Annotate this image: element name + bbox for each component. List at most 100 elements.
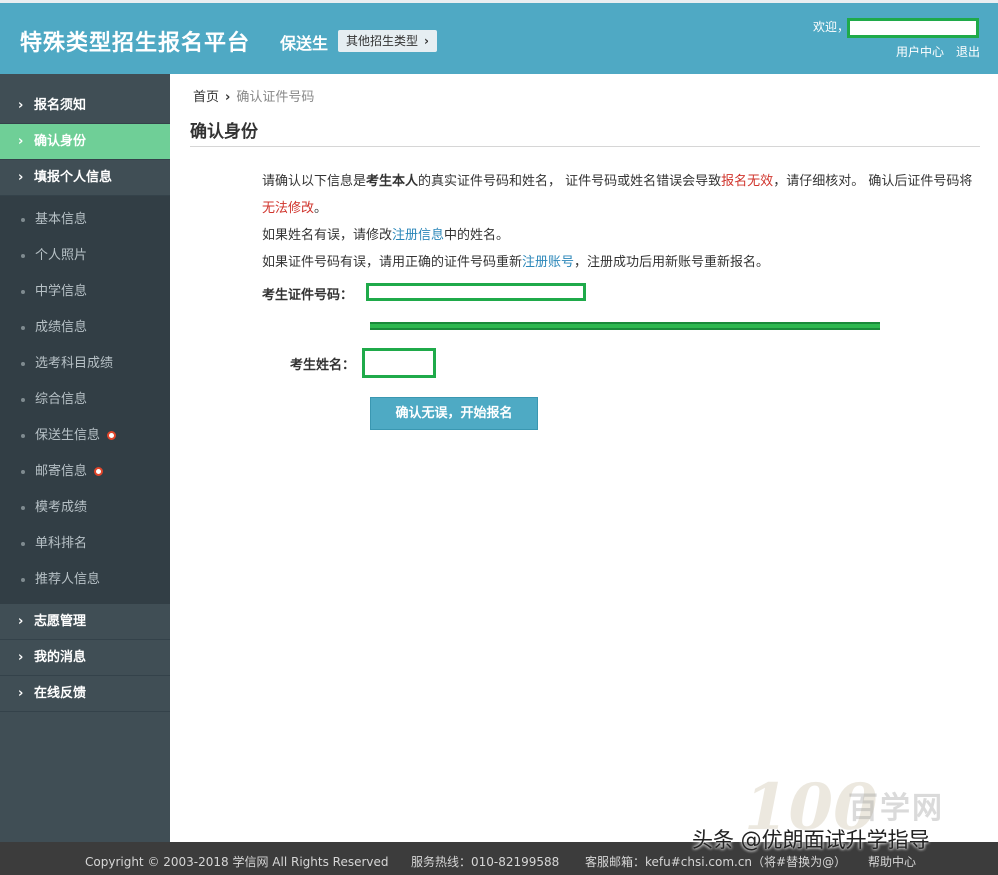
redacted-id-number bbox=[366, 283, 586, 301]
id-number-label: 考生证件号码： bbox=[262, 288, 354, 303]
sidebar-subitem-subject-rank[interactable]: 单科排名 bbox=[0, 526, 170, 562]
registration-info-link[interactable]: 注册信息 bbox=[392, 228, 444, 243]
chevron-right-icon: › bbox=[18, 614, 24, 629]
sidebar-subitem-label: 综合信息 bbox=[35, 392, 88, 407]
sidebar-item-label: 填报个人信息 bbox=[34, 170, 113, 185]
breadcrumb-home-link[interactable]: 首页 bbox=[193, 90, 219, 105]
chevron-right-icon: › bbox=[18, 98, 24, 113]
redacted-name bbox=[362, 348, 436, 378]
bullet-icon bbox=[21, 470, 25, 474]
footer-help-link[interactable]: 帮助中心 bbox=[868, 853, 916, 870]
notice-text: ，请仔细核对。 确认后证件号码将 bbox=[773, 174, 973, 189]
confirm-start-button[interactable]: 确认无误，开始报名 bbox=[370, 397, 538, 430]
chevron-right-icon: › bbox=[225, 90, 231, 105]
sidebar-subitem-mailing[interactable]: 邮寄信息 bbox=[0, 454, 170, 490]
name-label: 考生姓名： bbox=[290, 358, 356, 373]
bullet-icon bbox=[21, 506, 25, 510]
register-account-link[interactable]: 注册账号 bbox=[522, 255, 574, 270]
watermark-caption: 头条 @优朗面试升学指导 bbox=[692, 828, 930, 852]
sidebar-subitem-mock-exam[interactable]: 模考成绩 bbox=[0, 490, 170, 526]
sidebar-subitem-label: 推荐人信息 bbox=[35, 572, 101, 587]
sidebar-item-feedback[interactable]: › 在线反馈 bbox=[0, 676, 170, 712]
page-title: 确认身份 bbox=[190, 122, 258, 142]
sidebar-item-confirm-identity[interactable]: › 确认身份 bbox=[0, 124, 170, 160]
notice-paragraph-3: 如果证件号码有误，请用正确的证件号码重新注册账号，注册成功后用新账号重新报名。 bbox=[262, 249, 977, 276]
sidebar-subitem-label: 选考科目成绩 bbox=[35, 356, 114, 371]
sidebar: › 报名须知 › 确认身份 › 填报个人信息 基本信息 个人照片 中学信息 成绩信息 … bbox=[0, 74, 170, 842]
sidebar-subitem-label: 保送生信息 bbox=[35, 428, 101, 443]
bullet-icon bbox=[21, 326, 25, 330]
bullet-icon bbox=[21, 542, 25, 546]
incomplete-badge-icon bbox=[94, 467, 104, 476]
sidebar-item-label: 我的消息 bbox=[34, 650, 87, 665]
sidebar-subitem-label: 中学信息 bbox=[35, 284, 88, 299]
top-header: 特殊类型招生报名平台 保送生 其他招生类型 › 欢迎， 用户中心 退出 bbox=[0, 0, 998, 74]
notice-paragraph-2: 如果姓名有误，请修改注册信息中的姓名。 bbox=[262, 222, 977, 249]
sidebar-subitem-high-school[interactable]: 中学信息 bbox=[0, 274, 170, 310]
admission-type-label: 保送生 bbox=[280, 34, 329, 53]
footer-email: 客服邮箱：kefu#chsi.com.cn（将#替换为@） bbox=[585, 855, 847, 869]
notice-warning: 无法修改 bbox=[262, 201, 315, 216]
sidebar-subitem-recommended-student[interactable]: 保送生信息 bbox=[0, 418, 170, 454]
sidebar-subitem-referrer[interactable]: 推荐人信息 bbox=[0, 562, 170, 598]
bullet-icon bbox=[21, 434, 25, 438]
sidebar-item-label: 确认身份 bbox=[34, 134, 87, 149]
sidebar-item-label: 在线反馈 bbox=[34, 686, 87, 701]
bullet-icon bbox=[21, 218, 25, 222]
user-center-link[interactable]: 用户中心 bbox=[896, 43, 944, 60]
sidebar-item-personal-info[interactable]: › 填报个人信息 bbox=[0, 160, 170, 196]
notice-text: 的真实证件号码和姓名， 证件号码或姓名错误会导致 bbox=[418, 174, 722, 189]
redacted-username bbox=[847, 18, 979, 38]
title-divider bbox=[190, 146, 980, 147]
notice-text: 中的姓名。 bbox=[444, 228, 510, 243]
sidebar-subitem-label: 邮寄信息 bbox=[35, 464, 88, 479]
breadcrumb-current: 确认证件号码 bbox=[236, 90, 315, 105]
sidebar-item-notice[interactable]: › 报名须知 bbox=[0, 88, 170, 124]
sidebar-subitem-label: 基本信息 bbox=[35, 212, 88, 227]
notice-paragraph-1: 请确认以下信息是考生本人的真实证件号码和姓名， 证件号码或姓名错误会导致报名无效… bbox=[262, 168, 977, 222]
bullet-icon bbox=[21, 362, 25, 366]
sidebar-subitem-basic-info[interactable]: 基本信息 bbox=[0, 202, 170, 238]
sidebar-subitem-scores[interactable]: 成绩信息 bbox=[0, 310, 170, 346]
platform-title: 特殊类型招生报名平台 bbox=[20, 31, 251, 56]
notice-text: 请确认以下信息是 bbox=[262, 174, 367, 189]
notice-text: 如果姓名有误，请修改 bbox=[262, 228, 393, 243]
notice-warning: 报名无效 bbox=[721, 174, 774, 189]
bullet-icon bbox=[21, 578, 25, 582]
sidebar-subitem-comprehensive[interactable]: 综合信息 bbox=[0, 382, 170, 418]
sidebar-item-label: 报名须知 bbox=[34, 98, 87, 113]
notice-emphasis: 考生本人 bbox=[366, 174, 419, 189]
personal-info-submenu: 基本信息 个人照片 中学信息 成绩信息 选考科目成绩 综合信息 保送生信息 邮寄… bbox=[0, 196, 170, 604]
welcome-text: 欢迎， bbox=[813, 20, 850, 34]
sidebar-subitem-label: 个人照片 bbox=[35, 248, 88, 263]
footer-copyright: Copyright © 2003-2018 学信网 All Rights Res… bbox=[85, 855, 389, 869]
sidebar-subitem-label: 成绩信息 bbox=[35, 320, 88, 335]
chevron-right-icon: › bbox=[18, 650, 24, 665]
breadcrumb: 首页 › 确认证件号码 bbox=[193, 86, 314, 105]
chevron-right-icon: › bbox=[18, 170, 24, 185]
sidebar-subitem-label: 单科排名 bbox=[35, 536, 88, 551]
chevron-right-icon: › bbox=[18, 686, 24, 701]
logout-link[interactable]: 退出 bbox=[956, 43, 980, 60]
redacted-id-hint bbox=[370, 322, 880, 330]
chevron-right-icon: › bbox=[424, 34, 429, 48]
notice-text: 。 bbox=[314, 201, 328, 216]
bullet-icon bbox=[21, 398, 25, 402]
sidebar-subitem-elective-scores[interactable]: 选考科目成绩 bbox=[0, 346, 170, 382]
footer-hotline: 服务热线：010-82199588 bbox=[411, 855, 560, 869]
notice-text: 如果证件号码有误，请用正确的证件号码重新 bbox=[262, 255, 523, 270]
incomplete-badge-icon bbox=[107, 431, 117, 440]
other-types-label: 其他招生类型 bbox=[346, 34, 419, 48]
notice-text: ，注册成功后用新账号重新报名。 bbox=[574, 255, 770, 270]
sidebar-item-preferences[interactable]: › 志愿管理 bbox=[0, 604, 170, 640]
sidebar-subitem-label: 模考成绩 bbox=[35, 500, 88, 515]
other-admission-types-button[interactable]: 其他招生类型 › bbox=[338, 30, 437, 52]
watermark-site-name: 百学网 bbox=[848, 791, 944, 826]
chevron-right-icon: › bbox=[18, 134, 24, 149]
sidebar-item-label: 志愿管理 bbox=[34, 614, 87, 629]
bullet-icon bbox=[21, 290, 25, 294]
sidebar-subitem-photo[interactable]: 个人照片 bbox=[0, 238, 170, 274]
identity-notice: 请确认以下信息是考生本人的真实证件号码和姓名， 证件号码或姓名错误会导致报名无效… bbox=[262, 168, 977, 276]
sidebar-item-messages[interactable]: › 我的消息 bbox=[0, 640, 170, 676]
bullet-icon bbox=[21, 254, 25, 258]
